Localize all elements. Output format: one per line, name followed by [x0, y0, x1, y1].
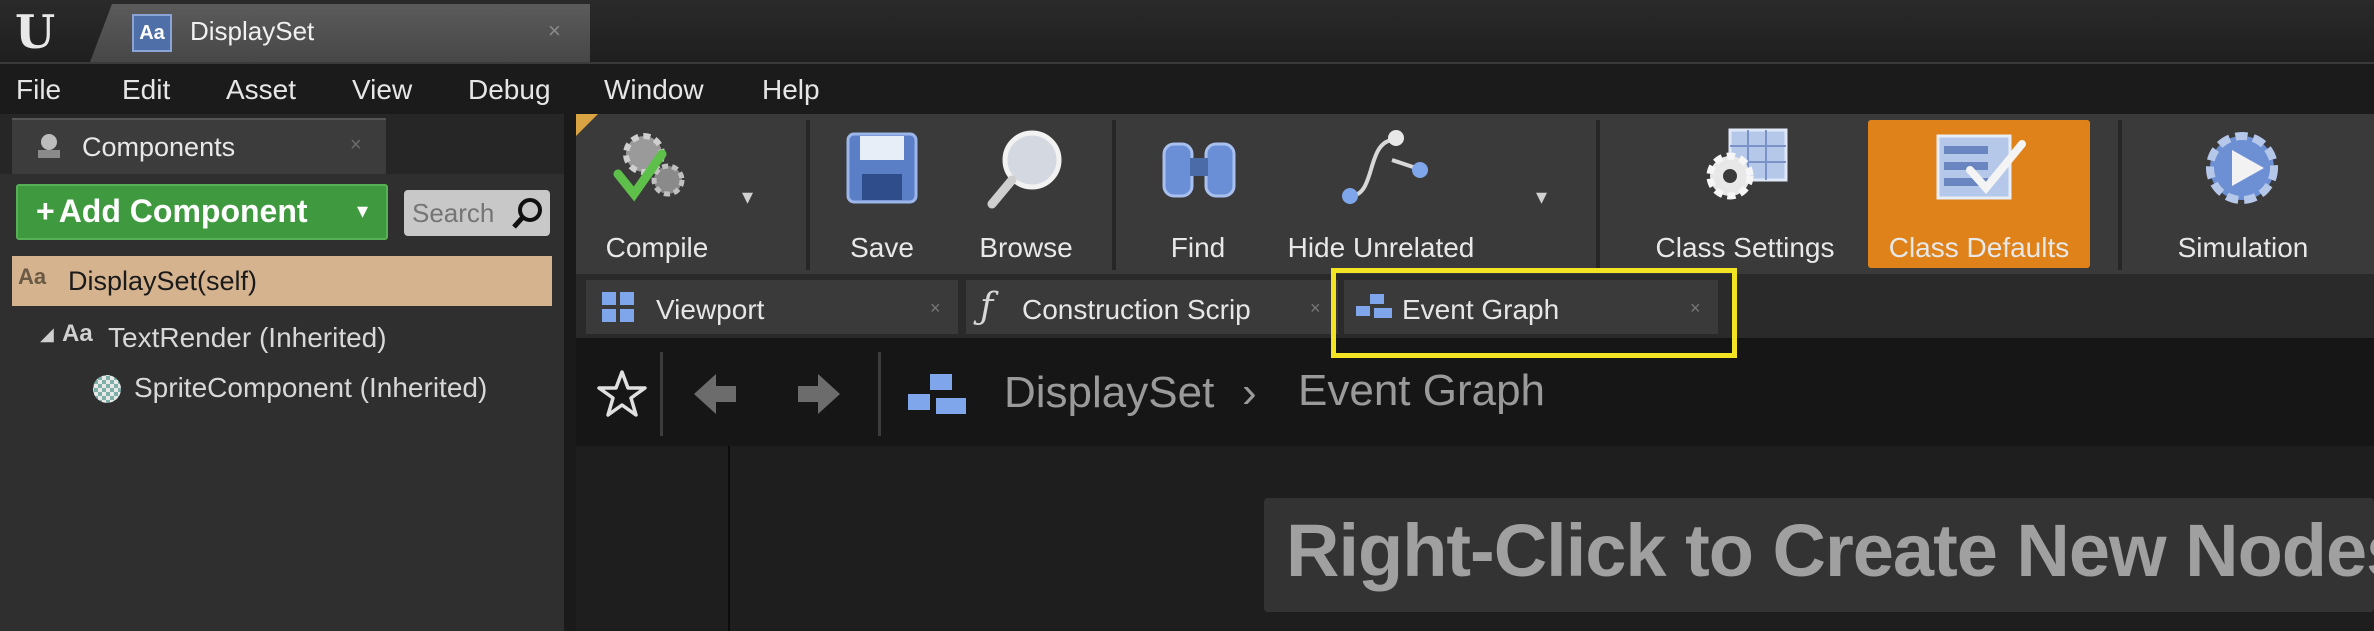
toolbar-separator: [1112, 120, 1116, 270]
header-separator: [660, 352, 663, 436]
graph-origin-line: [728, 446, 730, 631]
simulation-label: Simulation: [2177, 232, 2309, 263]
save-icon: [846, 132, 918, 204]
event-graph-icon: [908, 374, 966, 414]
menu-bar: File Edit Asset View Debug Window Help: [0, 62, 2374, 114]
magnifier-icon: [987, 130, 1062, 209]
text-render-icon: Aa: [18, 264, 47, 289]
simulation-icon: [2206, 132, 2278, 204]
find-label: Find: [1170, 232, 1226, 263]
event-graph-tab-highlight: [1331, 268, 1737, 358]
hide-unrelated-chevron-down-icon[interactable]: ▾: [1536, 184, 1547, 210]
blueprint-asset-icon: Aa: [132, 14, 172, 52]
tab-construction-script[interactable]: ƒ Construction Scrip ×: [966, 280, 1338, 334]
self-component-row[interactable]: Aa DisplaySet(self): [12, 256, 552, 306]
find-button[interactable]: Find: [1136, 114, 1260, 274]
class-defaults-button[interactable]: Class Defaults: [1868, 120, 2090, 268]
title-bar: U Aa DisplaySet ×: [0, 0, 2374, 62]
browse-button[interactable]: Browse: [956, 114, 1096, 274]
save-button[interactable]: Save: [832, 114, 932, 274]
components-panel: Components × +Add Component ▾ Aa Display…: [0, 114, 564, 631]
chevron-down-icon: ▾: [356, 198, 368, 223]
tab-construction-script-label: Construction Scrip: [1022, 294, 1251, 325]
save-label: Save: [850, 232, 914, 263]
forward-arrow-icon[interactable]: [792, 368, 844, 420]
expand-arrow-icon[interactable]: ◢: [40, 324, 54, 345]
close-panel-icon[interactable]: ×: [350, 134, 362, 157]
add-component-label: Add Component: [58, 193, 308, 229]
class-settings-button[interactable]: Class Settings: [1634, 114, 1856, 274]
header-separator: [878, 352, 881, 436]
class-defaults-label: Class Defaults: [1888, 232, 2070, 263]
close-tab-icon[interactable]: ×: [930, 298, 941, 319]
close-tab-icon[interactable]: ×: [1310, 298, 1321, 319]
text-render-icon: Aa: [62, 320, 93, 347]
toolbar-separator: [2118, 120, 2122, 270]
hide-unrelated-button[interactable]: Hide Unrelated: [1276, 114, 1486, 274]
component-search-box[interactable]: [404, 190, 550, 236]
tree-item-label: TextRender (Inherited): [108, 322, 387, 353]
unreal-logo-icon[interactable]: U: [6, 6, 64, 58]
close-tab-icon[interactable]: ×: [548, 18, 561, 44]
breadcrumb-graph[interactable]: Event Graph: [1298, 366, 1545, 416]
document-tab-title: DisplaySet: [190, 16, 315, 46]
tab-viewport[interactable]: Viewport ×: [586, 280, 958, 334]
class-settings-icon: [1706, 128, 1788, 200]
components-area: +Add Component ▾ Aa DisplaySet(self) ◢ A…: [0, 174, 564, 631]
tree-item-label: SpriteComponent (Inherited): [134, 372, 488, 403]
toolbar-separator: [1596, 120, 1600, 270]
event-graph-canvas[interactable]: DisplaySet › Event Graph Right-Click to …: [576, 340, 2374, 631]
hide-unrelated-label: Hide Unrelated: [1287, 232, 1475, 263]
binoculars-icon: [1162, 142, 1236, 198]
tab-viewport-label: Viewport: [656, 294, 765, 325]
sprite-icon: [93, 375, 121, 403]
menu-asset[interactable]: Asset: [226, 74, 296, 106]
add-component-button[interactable]: + Add Component ▾: [16, 184, 388, 240]
star-icon[interactable]: [596, 368, 648, 420]
menu-window[interactable]: Window: [604, 74, 704, 106]
viewport-icon: [602, 292, 634, 322]
toolbar-separator: [806, 120, 810, 270]
back-arrow-icon[interactable]: [690, 368, 742, 420]
menu-edit[interactable]: Edit: [122, 74, 170, 106]
menu-help[interactable]: Help: [762, 74, 820, 106]
document-tab[interactable]: Aa DisplaySet ×: [90, 4, 590, 62]
menu-file[interactable]: File: [16, 74, 61, 106]
compile-button[interactable]: Compile: [582, 114, 732, 274]
graph-hint-overlay: Right-Click to Create New Nodes.: [1264, 498, 2374, 612]
breadcrumb-separator: ›: [1242, 368, 1257, 417]
tree-item-spritecomponent[interactable]: SpriteComponent (Inherited): [90, 364, 560, 408]
component-search-input[interactable]: [412, 196, 512, 230]
hide-unrelated-icon: [1342, 130, 1428, 204]
panel-splitter[interactable]: [564, 114, 576, 631]
blueprint-toolbar: Compile ▾ Save Browse Find Hide Unrelate…: [576, 114, 2374, 274]
components-tab-label: Components: [82, 132, 236, 162]
browse-label: Browse: [979, 232, 1073, 263]
components-icon: [38, 134, 60, 158]
simulation-button[interactable]: Simulation: [2138, 114, 2348, 274]
compile-label: Compile: [605, 232, 709, 263]
components-tab[interactable]: Components ×: [12, 118, 386, 174]
tree-item-textrender[interactable]: ◢ Aa TextRender (Inherited): [40, 314, 560, 358]
search-icon[interactable]: [510, 196, 546, 232]
graph-hint-text: Right-Click to Create New Nodes.: [1286, 509, 2374, 592]
compile-options-chevron-down-icon[interactable]: ▾: [742, 184, 753, 210]
class-defaults-icon: [1936, 134, 2026, 200]
function-icon: ƒ: [980, 286, 994, 327]
compile-icon: [613, 133, 685, 202]
plus-icon: +: [36, 193, 55, 229]
menu-debug[interactable]: Debug: [468, 74, 551, 106]
self-component-label: DisplaySet(self): [68, 266, 258, 296]
menu-view[interactable]: View: [352, 74, 412, 106]
breadcrumb-asset[interactable]: DisplaySet: [1004, 368, 1214, 418]
class-settings-label: Class Settings: [1655, 232, 1835, 263]
